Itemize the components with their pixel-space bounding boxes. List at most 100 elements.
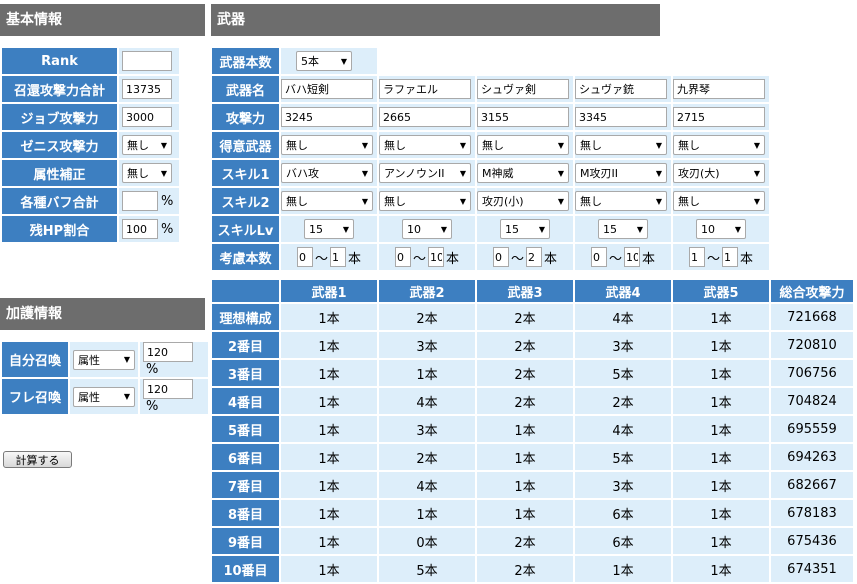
weapon1-max-input[interactable] xyxy=(330,247,346,267)
weapon5-name-input[interactable] xyxy=(673,79,765,99)
weapon2-fav-select[interactable]: 無し ▼ xyxy=(379,135,471,155)
weapon1-min-input[interactable] xyxy=(296,247,313,267)
weapon1-lv-select[interactable]: 15 ▼ xyxy=(304,219,354,239)
weapon3-skill2-value: 攻刃(小) xyxy=(482,195,524,208)
results-cell: 1本 xyxy=(673,444,769,470)
friend-summon-type-select[interactable]: 属性 ▼ xyxy=(73,386,135,407)
weapon2-lv-select[interactable]: 10 ▼ xyxy=(402,219,452,239)
chevron-down-icon: ▼ xyxy=(440,224,447,234)
blessing-table: 自分召喚 属性 ▼ % フレ召喚 属性 ▼ % xyxy=(0,340,210,416)
hp-input[interactable] xyxy=(122,219,158,239)
rank-label: Rank xyxy=(2,48,117,74)
weapon5-lv-select[interactable]: 10 ▼ xyxy=(696,219,746,239)
weapon3-name-input[interactable] xyxy=(477,79,569,99)
weapon2-max-input[interactable] xyxy=(428,247,444,267)
chevron-down-icon: ▼ xyxy=(655,140,662,150)
weapon2-name-input[interactable] xyxy=(379,79,471,99)
weapon3-atk-input[interactable] xyxy=(477,107,569,127)
weapon4-max-input[interactable] xyxy=(624,247,640,267)
weapon3-fav-cell: 無し ▼ xyxy=(477,132,573,158)
weapon4-lv-select[interactable]: 15 ▼ xyxy=(598,219,648,239)
weapon3-skill2-select[interactable]: 攻刃(小) ▼ xyxy=(477,191,569,211)
weapon4-skill2-value: 無し xyxy=(580,195,602,208)
weapon2-min-input[interactable] xyxy=(394,247,411,267)
chevron-down-icon: ▼ xyxy=(753,196,760,206)
element-select[interactable]: 無し ▼ xyxy=(122,163,172,183)
weapon2-skill1-select[interactable]: アンノウンII ▼ xyxy=(379,163,471,183)
chevron-down-icon: ▼ xyxy=(361,196,368,206)
self-summon-value-input[interactable] xyxy=(143,342,193,362)
weapon4-skill1-select[interactable]: M攻刃II ▼ xyxy=(575,163,667,183)
weapon4-name-input[interactable] xyxy=(575,79,667,99)
results-cell: 5本 xyxy=(575,360,671,386)
weapon4-skill2-select[interactable]: 無し ▼ xyxy=(575,191,667,211)
weapon-count-select[interactable]: 5本 ▼ xyxy=(296,51,352,71)
weapon4-atk-input[interactable] xyxy=(575,107,667,127)
friend-type-cell: 属性 ▼ xyxy=(70,379,138,414)
weapon5-skill2-value: 無し xyxy=(678,195,700,208)
results-header: 武器2 xyxy=(379,280,475,302)
weapon2-lv-cell: 10 ▼ xyxy=(379,216,475,242)
results-cell: 6本 xyxy=(575,500,671,526)
results-row-label: 2番目 xyxy=(212,332,279,358)
results-cell: 2本 xyxy=(477,332,573,358)
results-cell: 1本 xyxy=(281,332,377,358)
weapon2-skill2-cell: 無し ▼ xyxy=(379,188,475,214)
results-header: 武器5 xyxy=(673,280,769,302)
weapon2-atk-input[interactable] xyxy=(379,107,471,127)
results-row: 理想構成 1本 2本 2本 4本 1本 721668 xyxy=(212,304,853,330)
chevron-down-icon: ▼ xyxy=(636,224,643,234)
weapon5-atk-input[interactable] xyxy=(673,107,765,127)
calculate-button[interactable]: 計算する xyxy=(3,451,72,468)
self-summon-type-select[interactable]: 属性 ▼ xyxy=(73,349,135,370)
weapon5-skill2-select[interactable]: 無し ▼ xyxy=(673,191,765,211)
results-total: 706756 xyxy=(771,360,853,386)
weapon1-skill1-select[interactable]: バハ攻 ▼ xyxy=(281,163,373,183)
weapon3-fav-select[interactable]: 無し ▼ xyxy=(477,135,569,155)
results-cell: 5本 xyxy=(575,444,671,470)
tilde: 〜 xyxy=(314,251,328,267)
results-cell: 1本 xyxy=(477,416,573,442)
chevron-down-icon: ▼ xyxy=(361,140,368,150)
summon-atk-input[interactable] xyxy=(122,79,172,99)
rank-input[interactable] xyxy=(122,51,172,71)
weapon5-max-input[interactable] xyxy=(722,247,738,267)
results-header: 武器1 xyxy=(281,280,377,302)
weapon4-min-input[interactable] xyxy=(590,247,607,267)
weapon1-name-cell xyxy=(281,76,377,102)
results-cell: 1本 xyxy=(281,556,377,582)
zenith-select[interactable]: 無し ▼ xyxy=(122,135,172,155)
results-total: 694263 xyxy=(771,444,853,470)
weapon1-name-input[interactable] xyxy=(281,79,373,99)
results-cell: 4本 xyxy=(379,472,475,498)
buff-input[interactable] xyxy=(122,191,158,211)
friend-summon-value-input[interactable] xyxy=(143,379,193,399)
weapon1-skill1-value: バハ攻 xyxy=(286,167,319,180)
weapon1-fav-select[interactable]: 無し ▼ xyxy=(281,135,373,155)
weapon3-max-input[interactable] xyxy=(526,247,542,267)
weapon5-fav-select[interactable]: 無し ▼ xyxy=(673,135,765,155)
weapon3-skill1-select[interactable]: M神威 ▼ xyxy=(477,163,569,183)
results-header: 武器4 xyxy=(575,280,671,302)
weapon3-lv-select[interactable]: 15 ▼ xyxy=(500,219,550,239)
weapon1-lv-value: 15 xyxy=(309,222,323,236)
weapon3-min-input[interactable] xyxy=(492,247,509,267)
weapon5-skill1-select[interactable]: 攻刃(大) ▼ xyxy=(673,163,765,183)
results-cell: 5本 xyxy=(379,556,475,582)
results-row: 7番目 1本 4本 1本 3本 1本 682667 xyxy=(212,472,853,498)
chevron-down-icon: ▼ xyxy=(734,224,741,234)
element-label: 属性補正 xyxy=(2,160,117,186)
weapon4-fav-select[interactable]: 無し ▼ xyxy=(575,135,667,155)
weapon1-range: 〜本 xyxy=(281,247,377,267)
results-row: 5番目 1本 3本 1本 4本 1本 695559 xyxy=(212,416,853,442)
weapon2-lv-value: 10 xyxy=(407,222,421,236)
results-row-label: 9番目 xyxy=(212,528,279,554)
weapon1-skill2-select[interactable]: 無し ▼ xyxy=(281,191,373,211)
weapon5-min-input[interactable] xyxy=(688,247,705,267)
job-atk-input[interactable] xyxy=(122,107,172,127)
weapon2-skill2-select[interactable]: 無し ▼ xyxy=(379,191,471,211)
results-cell: 1本 xyxy=(673,500,769,526)
weapon1-atk-input[interactable] xyxy=(281,107,373,127)
weapon2-skill1-value: アンノウンII xyxy=(384,167,445,180)
results-cell: 1本 xyxy=(673,472,769,498)
